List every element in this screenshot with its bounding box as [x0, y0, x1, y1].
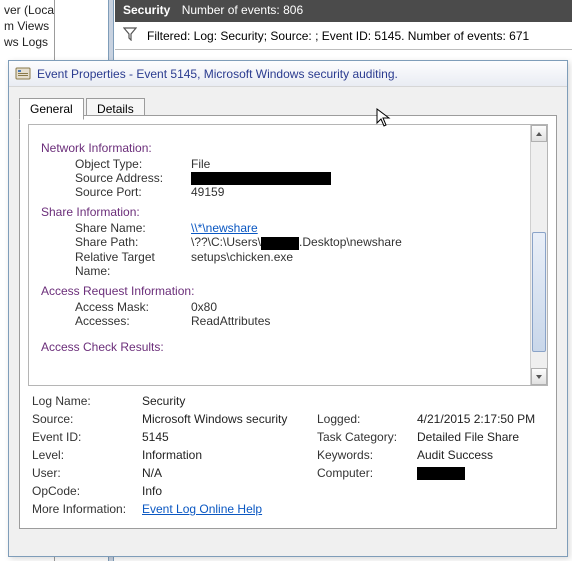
label-more-info: More Information: [32, 502, 142, 516]
value-share-path: \??\C:\Users\ .Desktop\newshare [191, 235, 535, 249]
dialog-title-text: Event Properties - Event 5145, Microsoft… [37, 67, 398, 81]
tab-general[interactable]: General [19, 98, 84, 120]
value-accesses: ReadAttributes [191, 314, 535, 328]
scrollbar-vertical[interactable] [530, 125, 547, 385]
label-keywords: Keywords: [317, 448, 417, 462]
label-share-name: Share Name: [41, 221, 191, 235]
redacted-block [261, 237, 299, 250]
header-events-count: 806 [283, 3, 303, 17]
value-computer [417, 466, 544, 480]
redacted-block [191, 172, 331, 185]
label-computer: Computer: [317, 466, 417, 480]
value-log-name: Security [142, 394, 317, 408]
section-share-info: Share Information: [41, 205, 535, 219]
value-source: Microsoft Windows security [142, 412, 317, 426]
link-share-name[interactable]: \\*\newshare [191, 221, 258, 235]
label-logged: Logged: [317, 412, 417, 426]
scroll-down-button[interactable] [531, 368, 547, 385]
value-user: N/A [142, 466, 317, 480]
section-access-request: Access Request Information: [41, 284, 535, 298]
scroll-thumb[interactable] [532, 232, 546, 352]
label-event-id: Event ID: [32, 430, 142, 444]
filter-bar: Filtered: Log: Security; Source: ; Event… [115, 22, 572, 50]
value-object-type: File [191, 157, 535, 171]
section-network-info: Network Information: [41, 141, 535, 155]
label-opcode: OpCode: [32, 484, 142, 498]
link-online-help[interactable]: Event Log Online Help [142, 502, 262, 516]
filter-text: Filtered: Log: Security; Source: ; Event… [147, 29, 529, 43]
value-logged: 4/21/2015 2:17:50 PM [417, 412, 544, 426]
value-keywords: Audit Success [417, 448, 544, 462]
value-opcode: Info [142, 484, 317, 498]
label-source: Source: [32, 412, 142, 426]
label-source-address: Source Address: [41, 171, 191, 185]
header-events-label: Number of events: [182, 3, 280, 17]
tabstrip: General Details [9, 87, 567, 115]
value-source-address [191, 171, 535, 185]
value-level: Information [142, 448, 317, 462]
tree-item[interactable]: m Views [4, 18, 50, 34]
label-task-category: Task Category: [317, 430, 417, 444]
content-header: Security Number of events: 806 [115, 0, 572, 22]
label-user: User: [32, 466, 142, 480]
event-description-content[interactable]: Network Information: Object Type:File So… [29, 125, 547, 385]
value-source-port: 49159 [191, 185, 535, 199]
label-accesses: Accesses: [41, 314, 191, 328]
value-access-mask: 0x80 [191, 300, 535, 314]
tree-item[interactable]: ws Logs [4, 34, 50, 50]
header-title: Security [123, 3, 170, 17]
tree-item[interactable]: ver (Local) [4, 2, 50, 18]
tab-page-general: Network Information: Object Type:File So… [19, 115, 557, 529]
label-access-mask: Access Mask: [41, 300, 191, 314]
label-log-name: Log Name: [32, 394, 142, 408]
dialog-titlebar[interactable]: Event Properties - Event 5145, Microsoft… [9, 61, 567, 87]
label-object-type: Object Type: [41, 157, 191, 171]
event-viewer-icon [15, 66, 31, 82]
event-metadata: Log Name: Security Source: Microsoft Win… [28, 386, 548, 516]
section-access-check: Access Check Results: [41, 340, 535, 354]
label-level: Level: [32, 448, 142, 462]
share-path-post: .Desktop\newshare [299, 235, 402, 249]
label-source-port: Source Port: [41, 185, 191, 199]
redacted-block [417, 467, 465, 480]
event-properties-dialog: Event Properties - Event 5145, Microsoft… [8, 60, 568, 557]
share-path-pre: \??\C:\Users\ [191, 235, 261, 249]
value-task-category: Detailed File Share [417, 430, 544, 444]
scroll-up-button[interactable] [531, 125, 547, 142]
filter-icon [123, 27, 137, 44]
value-event-id: 5145 [142, 430, 317, 444]
value-relative-target: setups\chicken.exe [191, 250, 535, 278]
event-description-panel: Network Information: Object Type:File So… [28, 124, 548, 386]
label-relative-target: Relative Target Name: [41, 250, 191, 278]
label-share-path: Share Path: [41, 235, 191, 249]
scroll-track[interactable] [531, 142, 547, 368]
